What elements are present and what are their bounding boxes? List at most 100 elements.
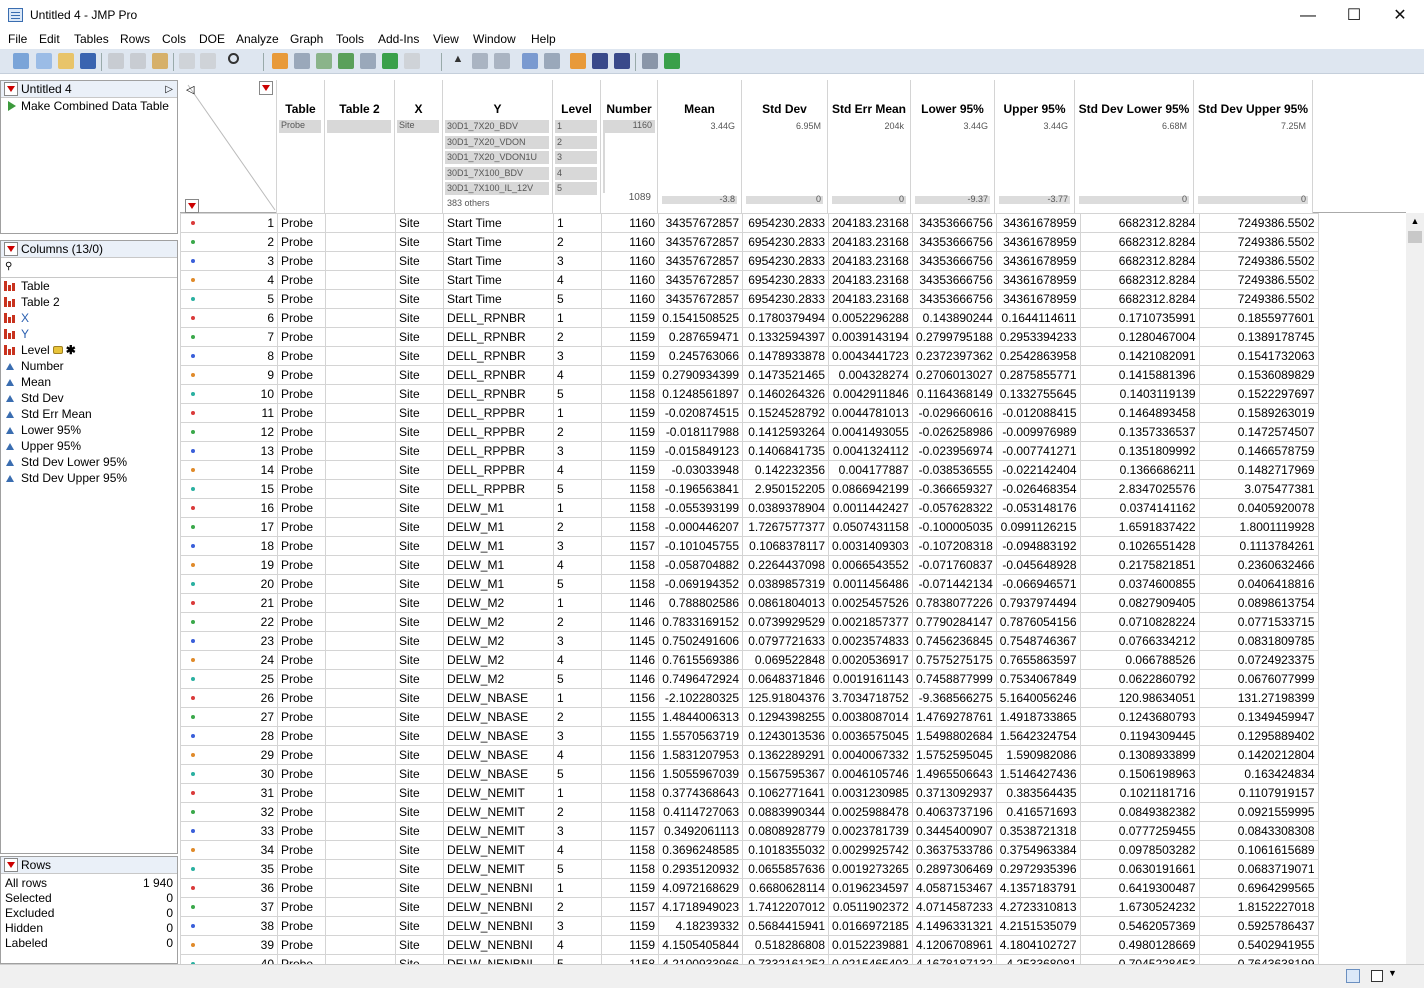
- cell-row-number[interactable]: 19: [180, 555, 278, 575]
- cell-table[interactable]: Probe: [277, 232, 326, 252]
- cell-std-err-mean[interactable]: 0.004328274: [828, 365, 913, 385]
- column-item[interactable]: X: [1, 310, 177, 326]
- menu-doe[interactable]: DOE: [199, 32, 225, 46]
- cell-sd-lower95[interactable]: 0.5462057369: [1079, 916, 1200, 936]
- cell-upper95[interactable]: -0.022142404: [995, 460, 1081, 480]
- cell-sd-upper95[interactable]: 0.1482717969: [1198, 460, 1319, 480]
- cell-std-err-mean[interactable]: 0.0023781739: [828, 821, 913, 841]
- cell-upper95[interactable]: 4.253368081: [995, 954, 1081, 964]
- cell-std-dev[interactable]: 1.7267577377: [742, 517, 829, 537]
- cell-std-dev[interactable]: 0.1362289291: [742, 745, 829, 765]
- cell-std-err-mean[interactable]: 0.0038087014: [828, 707, 913, 727]
- cell-sd-lower95[interactable]: 6682312.8284: [1079, 289, 1200, 309]
- cell-std-err-mean[interactable]: 204183.23168: [828, 232, 913, 252]
- cell-table[interactable]: Probe: [277, 764, 326, 784]
- cell-y[interactable]: DELL_RPNBR: [443, 308, 554, 328]
- cell-sd-upper95[interactable]: 0.1295889402: [1198, 726, 1319, 746]
- cell-y[interactable]: DELW_NENBNI: [443, 878, 554, 898]
- cell-lower95[interactable]: 0.2799795188: [911, 327, 997, 347]
- cell-number[interactable]: 1160: [601, 270, 659, 290]
- cell-std-dev[interactable]: 0.2264437098: [742, 555, 829, 575]
- cell-mean[interactable]: 1.5570563719: [658, 726, 743, 746]
- column-header-level[interactable]: Level 1 2 3 4 5: [553, 80, 601, 213]
- cell-std-err-mean[interactable]: 0.0866942199: [828, 479, 913, 499]
- cell-mean[interactable]: 34357672857: [658, 270, 743, 290]
- cell-sd-upper95[interactable]: 0.1061615689: [1198, 840, 1319, 860]
- cell-x[interactable]: Site: [395, 232, 444, 252]
- cell-sd-upper95[interactable]: 0.2360632466: [1198, 555, 1319, 575]
- cell-row-number[interactable]: 23: [180, 631, 278, 651]
- cell-upper95[interactable]: 5.1640056246: [995, 688, 1081, 708]
- cell-table2[interactable]: [325, 859, 396, 879]
- eject-icon[interactable]: ▲: [450, 53, 466, 69]
- cell-level[interactable]: 1: [553, 878, 602, 898]
- table-row[interactable]: 9 Probe Site DELL_RPNBR 4 1159 0.2790934399 0.1…: [180, 365, 1319, 385]
- cell-lower95[interactable]: 1.5752595045: [911, 745, 997, 765]
- cell-table[interactable]: Probe: [277, 821, 326, 841]
- column-item[interactable]: Std Err Mean: [1, 406, 177, 422]
- cell-table2[interactable]: [325, 384, 396, 404]
- cell-mean[interactable]: 0.788802586: [658, 593, 743, 613]
- cell-sd-lower95[interactable]: 0.7045228453: [1079, 954, 1200, 964]
- cell-sd-upper95[interactable]: 0.1541732063: [1198, 346, 1319, 366]
- cell-sd-upper95[interactable]: 1.8152227018: [1198, 897, 1319, 917]
- cell-number[interactable]: 1159: [601, 935, 659, 955]
- cell-upper95[interactable]: 0.2875855771: [995, 365, 1081, 385]
- cell-sd-lower95[interactable]: 0.066788526: [1079, 650, 1200, 670]
- cell-level[interactable]: 5: [553, 384, 602, 404]
- cell-sd-upper95[interactable]: 7249386.5502: [1198, 270, 1319, 290]
- cell-std-err-mean[interactable]: 0.0166972185: [828, 916, 913, 936]
- cell-sd-lower95[interactable]: 0.1710735991: [1079, 308, 1200, 328]
- cell-table2[interactable]: [325, 840, 396, 860]
- cell-table[interactable]: Probe: [277, 308, 326, 328]
- cell-level[interactable]: 4: [553, 270, 602, 290]
- cell-std-dev[interactable]: 0.142232356: [742, 460, 829, 480]
- cell-upper95[interactable]: 34361678959: [995, 289, 1081, 309]
- scroll-up-icon[interactable]: ▲: [1406, 213, 1424, 229]
- cell-sd-lower95[interactable]: 0.0766334212: [1079, 631, 1200, 651]
- cell-std-err-mean[interactable]: 0.0023574833: [828, 631, 913, 651]
- cell-std-err-mean[interactable]: 0.0052296288: [828, 308, 913, 328]
- cell-std-err-mean[interactable]: 0.0036575045: [828, 726, 913, 746]
- cell-table[interactable]: Probe: [277, 403, 326, 423]
- cell-number[interactable]: 1158: [601, 783, 659, 803]
- cell-sd-upper95[interactable]: 0.0405920078: [1198, 498, 1319, 518]
- cell-sd-lower95[interactable]: 0.1415881396: [1079, 365, 1200, 385]
- cell-row-number[interactable]: 33: [180, 821, 278, 841]
- cell-lower95[interactable]: 0.7838077226: [911, 593, 997, 613]
- cell-std-err-mean[interactable]: 0.0507431158: [828, 517, 913, 537]
- cell-table2[interactable]: [325, 441, 396, 461]
- cell-row-number[interactable]: 40: [180, 954, 278, 964]
- new-data-table-icon[interactable]: [13, 53, 29, 69]
- column-item[interactable]: Number: [1, 358, 177, 374]
- table-row[interactable]: 3 Probe Site Start Time 3 1160 34357672857 6954…: [180, 251, 1319, 271]
- cell-row-number[interactable]: 16: [180, 498, 278, 518]
- cell-upper95[interactable]: 1.5642324754: [995, 726, 1081, 746]
- cell-upper95[interactable]: -0.094883192: [995, 536, 1081, 556]
- cell-std-err-mean[interactable]: 204183.23168: [828, 213, 913, 233]
- cell-number[interactable]: 1145: [601, 631, 659, 651]
- cell-std-err-mean[interactable]: 0.0011442427: [828, 498, 913, 518]
- cell-table2[interactable]: [325, 574, 396, 594]
- cell-number[interactable]: 1156: [601, 688, 659, 708]
- cell-lower95[interactable]: 34353666756: [911, 232, 997, 252]
- cell-x[interactable]: Site: [395, 821, 444, 841]
- cell-sd-upper95[interactable]: 0.0406418816: [1198, 574, 1319, 594]
- column-header-number[interactable]: Number 1160 1089: [601, 80, 658, 213]
- table-row[interactable]: 39 Probe Site DELW_NENBNI 4 1159 4.1505405844 0…: [180, 935, 1319, 955]
- cell-x[interactable]: Site: [395, 707, 444, 727]
- cell-table[interactable]: Probe: [277, 213, 326, 233]
- columns-red-triangle-icon[interactable]: [4, 242, 18, 256]
- table-row[interactable]: 2 Probe Site Start Time 2 1160 34357672857 6954…: [180, 232, 1319, 252]
- cell-lower95[interactable]: -9.368566275: [911, 688, 997, 708]
- cell-upper95[interactable]: 0.2953394233: [995, 327, 1081, 347]
- cell-y[interactable]: Start Time: [443, 289, 554, 309]
- cell-mean[interactable]: -0.000446207: [658, 517, 743, 537]
- table-row[interactable]: 33 Probe Site DELW_NEMIT 3 1157 0.3492061113 0.…: [180, 821, 1319, 841]
- column-item[interactable]: Table 2: [1, 294, 177, 310]
- menu-file[interactable]: File: [8, 32, 27, 46]
- column-header-sd-lower95[interactable]: Std Dev Lower 95% 6.68M 0: [1075, 80, 1194, 213]
- table-row[interactable]: 13 Probe Site DELL_RPPBR 3 1159 -0.015849123 0.…: [180, 441, 1319, 461]
- cell-upper95[interactable]: 0.7655863597: [995, 650, 1081, 670]
- cell-upper95[interactable]: 34361678959: [995, 251, 1081, 271]
